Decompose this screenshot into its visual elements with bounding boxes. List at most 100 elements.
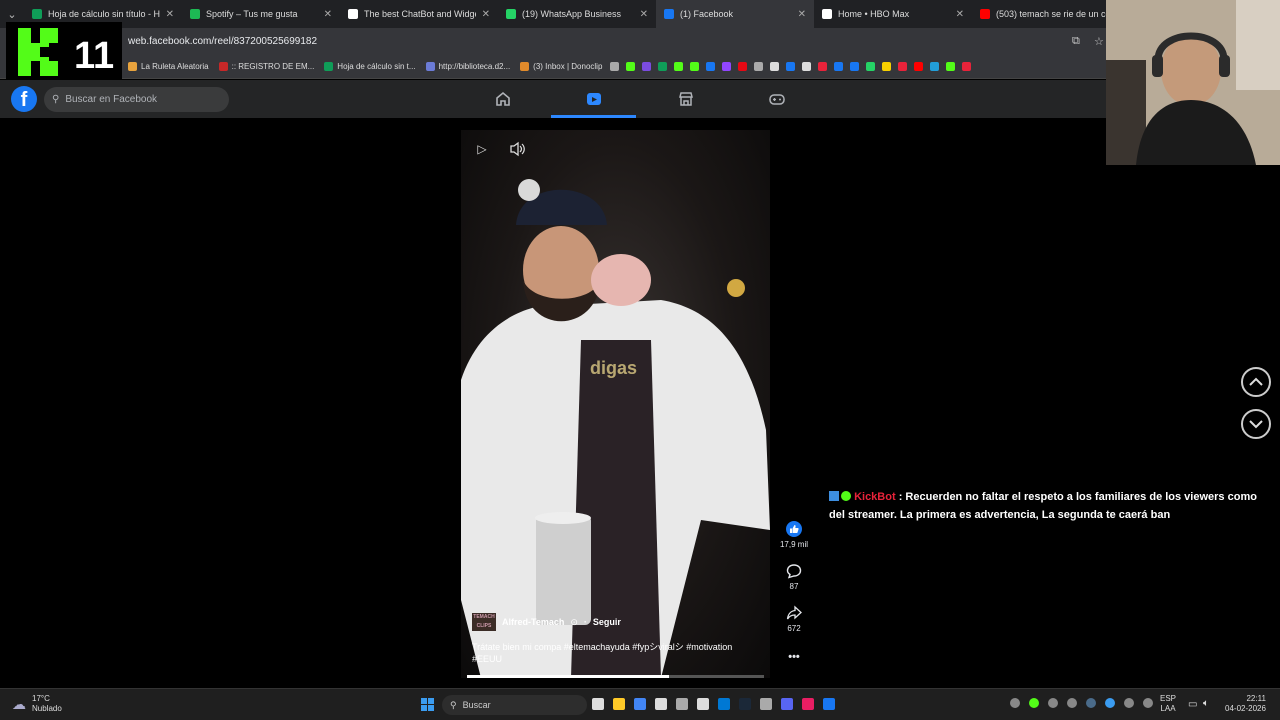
cast-icon[interactable]: ⧉ — [1072, 35, 1080, 48]
browser-tab[interactable]: (19) WhatsApp Business ✕ — [498, 0, 656, 28]
author-name[interactable]: Alfred-Temach — [502, 617, 564, 627]
next-reel-button[interactable] — [1241, 409, 1271, 439]
keyboard-layout: LAA — [1160, 704, 1176, 713]
taskbar-app-icon[interactable] — [634, 698, 646, 710]
close-tab-icon[interactable]: ✕ — [482, 9, 490, 20]
bookmark-shortcut-icon[interactable] — [930, 62, 940, 71]
webcam-overlay — [1106, 0, 1280, 165]
browser-tab[interactable]: The best ChatBot and Widgets ✕ — [340, 0, 498, 28]
taskbar-search[interactable]: ⚲ Buscar — [442, 695, 587, 715]
taskbar-app-icon[interactable] — [697, 698, 709, 710]
like-action[interactable]: 17,9 mil — [779, 521, 809, 549]
reel-video[interactable] — [461, 130, 770, 678]
taskbar-app-icon[interactable] — [592, 698, 604, 710]
taskbar-app-icon[interactable] — [655, 698, 667, 710]
taskbar-app-icon[interactable] — [802, 698, 814, 710]
taskbar-app-icon[interactable] — [823, 698, 835, 710]
bookmark-shortcut-icon[interactable] — [690, 62, 700, 71]
reel-progress-bar[interactable] — [467, 675, 764, 678]
browser-tab[interactable]: Spotify – Tus me gusta ✕ — [182, 0, 340, 28]
tray-icon[interactable] — [1010, 698, 1020, 708]
bookmark-shortcut-icon[interactable] — [866, 62, 876, 71]
browser-tab[interactable]: Home • HBO Max ✕ — [814, 0, 972, 28]
more-options-button[interactable]: ••• — [779, 651, 809, 663]
chat-username: KickBot — [854, 491, 896, 503]
tray-icon[interactable] — [1029, 698, 1039, 708]
volume-icon[interactable]: 🔈︎ — [1203, 698, 1209, 709]
chevron-up-icon — [1249, 377, 1263, 386]
close-tab-icon[interactable]: ✕ — [166, 9, 174, 20]
close-tab-icon[interactable]: ✕ — [798, 9, 806, 20]
network-icon[interactable]: ▭ — [1188, 699, 1197, 710]
bookmark-shortcut-icon[interactable] — [850, 62, 860, 71]
bookmark-item[interactable]: (3) Inbox | Donoclip — [520, 62, 602, 71]
bookmarks-bar: La Ruleta Aleatoria:: REGISTRO DE EM... H… — [0, 55, 1110, 79]
stream-overlay-logo: 11 — [6, 22, 122, 82]
clock[interactable]: 22:11 04-02-2026 — [1225, 694, 1266, 714]
search-input[interactable]: Buscar en Facebook — [65, 94, 157, 105]
follow-button[interactable]: Seguir — [593, 617, 621, 627]
browser-tab[interactable]: (1) Facebook ✕ — [656, 0, 814, 28]
taskbar-app-icon[interactable] — [739, 698, 751, 710]
bookmark-shortcut-icon[interactable] — [914, 62, 924, 71]
microphone-icon[interactable] — [1143, 698, 1153, 708]
bookmark-shortcut-icon[interactable] — [946, 62, 956, 71]
bookmark-shortcut-icon[interactable] — [738, 62, 748, 71]
bookmark-shortcut-icon[interactable] — [770, 62, 780, 71]
taskbar-app-icon[interactable] — [781, 698, 793, 710]
bookmark-shortcut-icon[interactable] — [882, 62, 892, 71]
bookmark-shortcut-icon[interactable] — [642, 62, 652, 71]
gaming-icon[interactable] — [768, 90, 786, 108]
weather-condition: Nublado — [32, 704, 62, 713]
windows-start-icon[interactable] — [421, 698, 434, 711]
steam-icon[interactable] — [1086, 698, 1096, 708]
bookmark-item[interactable]: La Ruleta Aleatoria — [128, 62, 209, 71]
taskbar-app-icon[interactable] — [613, 698, 625, 710]
close-tab-icon[interactable]: ✕ — [324, 9, 332, 20]
taskbar-app-icon[interactable] — [760, 698, 772, 710]
language-indicator[interactable]: ESP LAA — [1160, 694, 1176, 714]
play-button[interactable]: ▷ — [469, 138, 495, 160]
share-action[interactable]: 672 — [779, 605, 809, 633]
marketplace-icon[interactable] — [677, 90, 695, 108]
tray-icon[interactable] — [1067, 698, 1077, 708]
home-icon[interactable] — [494, 90, 512, 108]
bookmark-shortcut-icon[interactable] — [818, 62, 828, 71]
reels-icon[interactable] — [585, 90, 603, 108]
taskbar-app-icon[interactable] — [676, 698, 688, 710]
bookmark-shortcut-icon[interactable] — [834, 62, 844, 71]
facebook-search[interactable]: ⚲ Buscar en Facebook — [44, 87, 229, 112]
taskbar-app-icon[interactable] — [718, 698, 730, 710]
bookmark-shortcut-icon[interactable] — [754, 62, 764, 71]
bookmark-shortcut-icon[interactable] — [802, 62, 812, 71]
bookmark-shortcut-icon[interactable] — [658, 62, 668, 71]
bookmark-shortcut-icon[interactable] — [898, 62, 908, 71]
volume-button[interactable] — [504, 138, 530, 160]
bookmark-item[interactable]: :: REGISTRO DE EM... — [218, 62, 314, 71]
bookmark-shortcut-icon[interactable] — [722, 62, 732, 71]
tray-icon[interactable] — [1048, 698, 1058, 708]
close-tab-icon[interactable]: ✕ — [956, 9, 964, 20]
bookmark-shortcut-icon[interactable] — [962, 62, 972, 71]
bookmark-star-icon[interactable]: ☆ — [1094, 35, 1104, 48]
tray-icon[interactable] — [1124, 698, 1134, 708]
tab-search-chevron-icon[interactable]: ⌄ — [0, 8, 24, 21]
facebook-logo-icon[interactable]: f — [11, 86, 37, 112]
comment-action[interactable]: 87 — [779, 563, 809, 591]
bookmark-shortcut-icon[interactable] — [610, 62, 620, 71]
close-tab-icon[interactable]: ✕ — [640, 9, 648, 20]
bookmark-favicon-icon — [324, 62, 334, 71]
bookmark-shortcut-icon[interactable] — [706, 62, 716, 71]
author-avatar[interactable]: TEMACH CLIPS — [472, 613, 496, 631]
tray-icon[interactable] — [1105, 698, 1115, 708]
chat-message: KickBot : Recuerden no faltar el respeto… — [829, 488, 1274, 524]
bookmark-item[interactable]: Hoja de cálculo sin t... — [324, 62, 416, 71]
bookmark-item[interactable]: http://biblioteca.d2... — [425, 62, 510, 71]
weather-widget[interactable]: ☁ 17°C Nublado — [12, 694, 62, 714]
tab-favicon-icon — [32, 9, 42, 19]
bookmark-shortcut-icon[interactable] — [626, 62, 636, 71]
url-field[interactable]: web.facebook.com/reel/837200525699182 — [128, 36, 317, 47]
previous-reel-button[interactable] — [1241, 367, 1271, 397]
bookmark-shortcut-icon[interactable] — [674, 62, 684, 71]
bookmark-shortcut-icon[interactable] — [786, 62, 796, 71]
